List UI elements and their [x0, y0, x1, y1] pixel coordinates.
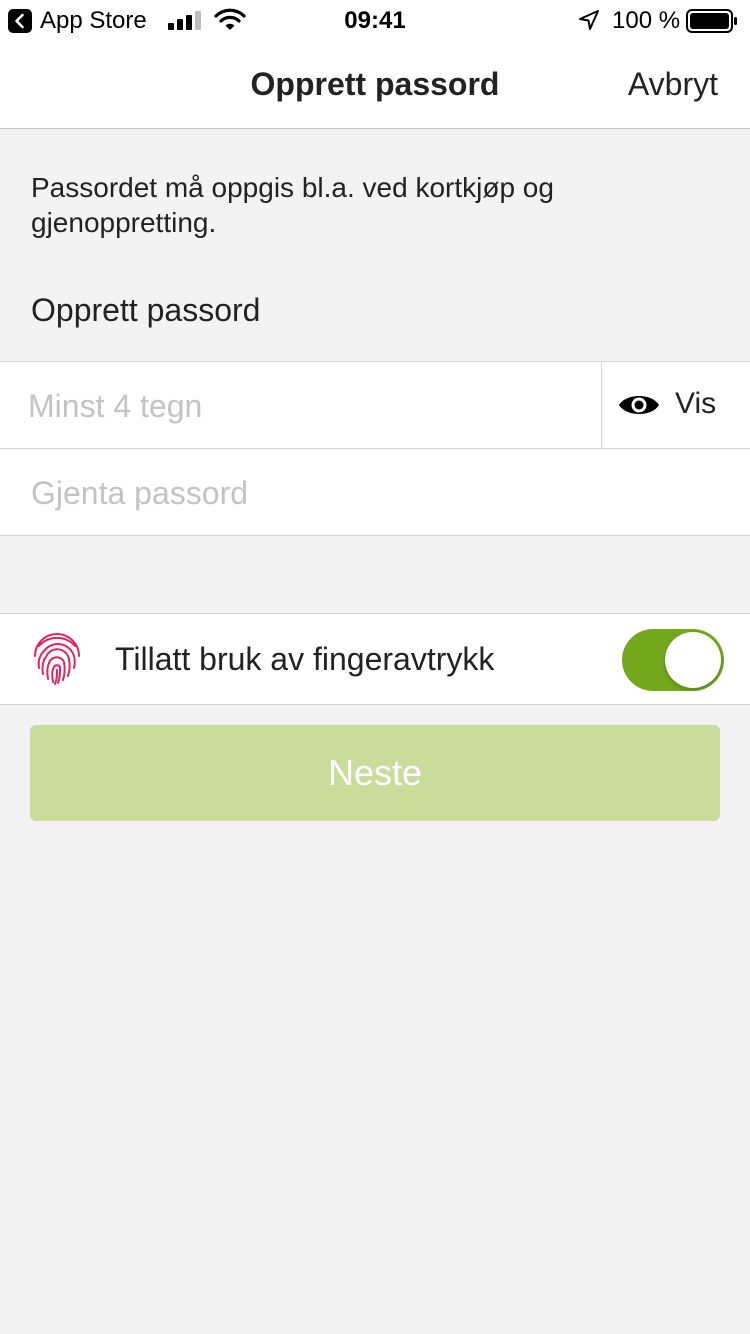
- section-label: Opprett passord: [31, 292, 261, 328]
- show-password-label: Vis: [675, 387, 717, 420]
- battery-percent: 100 %: [612, 7, 681, 34]
- status-bar: App Store 09:41 100 %: [0, 0, 750, 40]
- fingerprint-icon: [34, 633, 80, 685]
- info-text: Passordet må oppgis bl.a. ved kortkjøp o…: [31, 172, 554, 238]
- battery-icon: [686, 9, 737, 33]
- eye-icon: [619, 396, 659, 414]
- repeat-password-row: [0, 448, 750, 536]
- navigation-bar: Opprett passord Avbryt: [0, 40, 750, 129]
- password-row: Vis: [0, 361, 750, 449]
- location-arrow-icon: [579, 10, 599, 30]
- fingerprint-toggle[interactable]: [622, 629, 724, 691]
- next-button[interactable]: Neste: [30, 725, 720, 821]
- repeat-password-input[interactable]: [31, 471, 721, 515]
- cancel-button[interactable]: Avbryt: [628, 66, 718, 103]
- fingerprint-row: Tillatt bruk av fingeravtrykk: [0, 613, 750, 705]
- toggle-knob: [665, 632, 721, 688]
- password-input[interactable]: [28, 384, 588, 428]
- fingerprint-label: Tillatt bruk av fingeravtrykk: [115, 641, 495, 677]
- show-password-button[interactable]: Vis: [601, 362, 750, 449]
